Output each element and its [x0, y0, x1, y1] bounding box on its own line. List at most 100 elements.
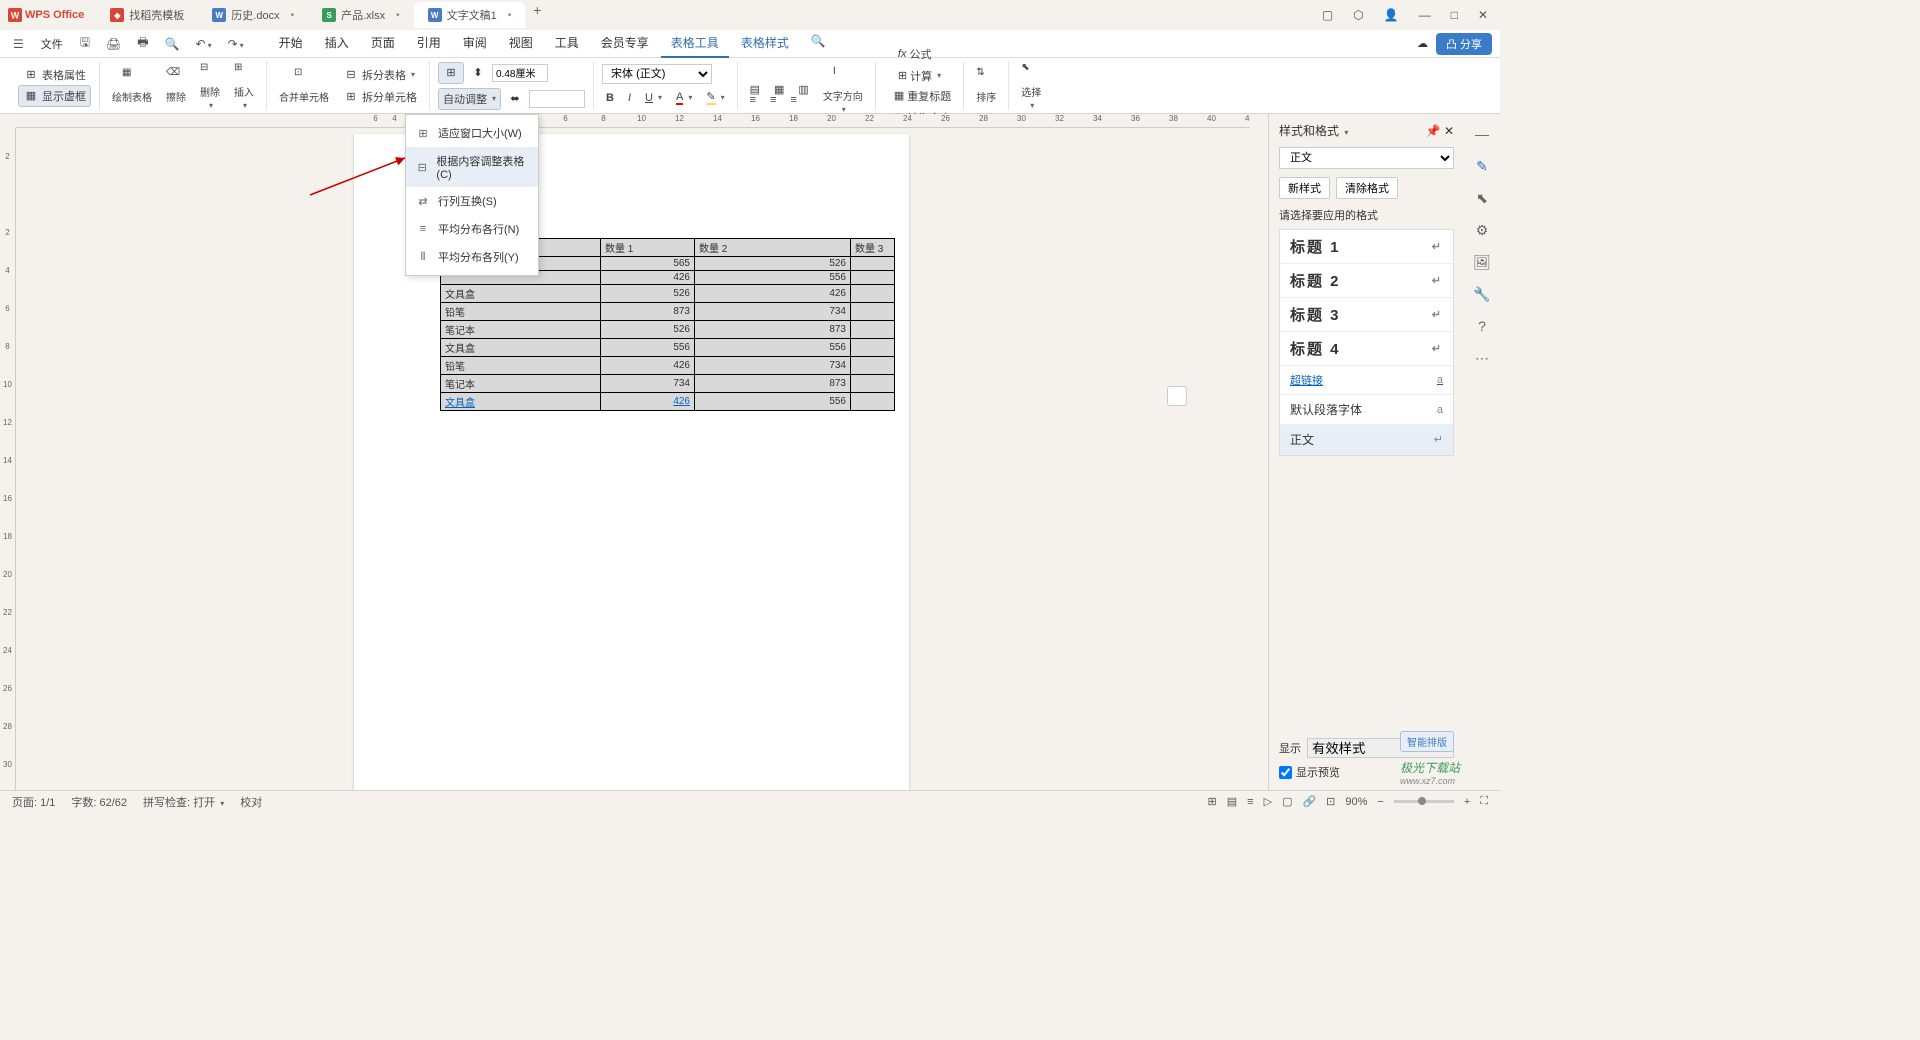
select-button[interactable]: ⬉选择▾	[1017, 60, 1045, 112]
highlight-button[interactable]: ✎▾	[702, 88, 728, 107]
layout-icon[interactable]: ▢	[1318, 6, 1337, 24]
view-mode-3[interactable]: ≡	[1247, 796, 1253, 808]
share-button[interactable]: 凸 分享	[1436, 33, 1492, 55]
select-icon[interactable]: ⬉	[1472, 188, 1492, 208]
style-body[interactable]: 正文↵	[1280, 425, 1453, 455]
merge-cells-button[interactable]: ⊡合并单元格	[275, 65, 333, 106]
fit-content-item[interactable]: ⊟根据内容调整表格(C)	[406, 147, 538, 187]
view-mode-6[interactable]: 🔗	[1302, 795, 1316, 808]
table-row[interactable]: 铅笔426734	[441, 357, 895, 375]
table-row[interactable]: 文具盒426556	[441, 393, 895, 411]
edit-icon[interactable]: ✎	[1472, 156, 1492, 176]
tab-view[interactable]: 视图	[499, 29, 543, 58]
style-h3[interactable]: 标题 3↵	[1280, 298, 1453, 332]
show-grid-button[interactable]: ▦显示虚框	[18, 85, 91, 107]
underline-button[interactable]: U▾	[641, 90, 666, 106]
bold-button[interactable]: B	[602, 90, 618, 106]
tab-member[interactable]: 会员专享	[591, 29, 659, 58]
add-tab-button[interactable]: +	[525, 2, 549, 28]
page-status[interactable]: 页面: 1/1	[12, 794, 55, 810]
table-row[interactable]: 铅笔873734	[441, 303, 895, 321]
tab-table-tools[interactable]: 表格工具	[661, 29, 729, 58]
auto-adjust-button[interactable]: ⊞	[438, 62, 464, 84]
avg-rows-item[interactable]: ≡平均分布各行(N)	[406, 215, 538, 243]
view-mode-1[interactable]: ⊞	[1208, 795, 1217, 808]
view-mode-2[interactable]: ▤	[1227, 795, 1237, 808]
export-icon[interactable]: 🖨	[101, 34, 126, 54]
sort-button[interactable]: ⇅排序	[972, 65, 1000, 106]
zoom-out[interactable]: −	[1377, 796, 1383, 808]
tab-product[interactable]: S产品.xlsx•	[308, 2, 414, 28]
more-icon[interactable]: ⋯	[1472, 348, 1492, 368]
fit-window-item[interactable]: ⊞适应窗口大小(W)	[406, 119, 538, 147]
file-menu[interactable]: 文件	[35, 33, 69, 55]
insert-button[interactable]: ⊞插入▾	[230, 60, 258, 112]
table-row[interactable]: 文具盒556556	[441, 339, 895, 357]
close-icon[interactable]: •	[396, 10, 400, 21]
tab-review[interactable]: 审阅	[453, 29, 497, 58]
horizontal-ruler[interactable]: 6422468101214161820222426283032343638404…	[16, 114, 1250, 128]
cube-icon[interactable]: ⬡	[1349, 6, 1367, 24]
vertical-ruler[interactable]: 2246810121416182022242628303234	[0, 128, 16, 790]
table-row[interactable]: 文具盒526426	[441, 285, 895, 303]
tab-doc1[interactable]: W文字文稿1•	[414, 2, 526, 28]
search-icon[interactable]: 🔍	[801, 29, 836, 58]
tab-page[interactable]: 页面	[361, 29, 405, 58]
erase-button[interactable]: ⌫擦除	[162, 65, 190, 106]
style-h1[interactable]: 标题 1↵	[1280, 230, 1453, 264]
calc-button[interactable]: ⊞ 计算▾	[894, 66, 945, 86]
split-table-button[interactable]: ⊟拆分表格▾	[339, 65, 421, 85]
table-row[interactable]: 笔记本734873	[441, 375, 895, 393]
current-style-select[interactable]: 正文	[1279, 147, 1454, 169]
print-icon[interactable]: 🖶	[132, 30, 153, 57]
close-panel-icon[interactable]: ✕	[1444, 124, 1454, 138]
help-icon[interactable]: ?	[1472, 316, 1492, 336]
font-color-button[interactable]: A▾	[672, 89, 696, 107]
style-hyperlink[interactable]: 超链接a	[1280, 366, 1453, 395]
align-ml-button[interactable]: ≡	[746, 92, 760, 108]
cloud-icon[interactable]: ☁	[1417, 37, 1428, 50]
view-mode-5[interactable]: ▢	[1282, 795, 1292, 808]
italic-button[interactable]: I	[624, 90, 635, 106]
auto-adjust-dropdown[interactable]: 自动调整▾	[438, 88, 501, 110]
smart-layout-button[interactable]: 智能排版	[1400, 731, 1454, 752]
height-input[interactable]	[492, 64, 548, 82]
pin-icon[interactable]: 📌	[1426, 124, 1441, 138]
draw-table-button[interactable]: ▦绘制表格	[108, 65, 156, 106]
split-cell-button[interactable]: ⊞拆分单元格	[339, 87, 421, 107]
avg-cols-item[interactable]: ⦀平均分布各列(Y)	[406, 243, 538, 271]
avatar-icon[interactable]: 👤	[1380, 6, 1403, 24]
style-h2[interactable]: 标题 2↵	[1280, 264, 1453, 298]
zoom-level[interactable]: 90%	[1345, 796, 1367, 808]
word-count[interactable]: 字数: 62/62	[71, 794, 127, 810]
view-mode-4[interactable]: ▷	[1264, 795, 1272, 808]
formula-button[interactable]: fx 公式	[894, 44, 945, 64]
close-icon[interactable]: •	[291, 10, 295, 21]
align-mr-button[interactable]: ≡	[786, 92, 800, 108]
expand-icon[interactable]: ⛶	[1480, 795, 1488, 808]
swap-rc-item[interactable]: ⇄行列互换(S)	[406, 187, 538, 215]
collapse-icon[interactable]: —	[1472, 124, 1492, 144]
preview-icon[interactable]: 🔍	[160, 34, 185, 54]
table-row[interactable]: 笔记本526873	[441, 321, 895, 339]
tab-reference[interactable]: 引用	[407, 29, 451, 58]
tab-history[interactable]: W历史.docx•	[198, 2, 308, 28]
align-mc-button[interactable]: ≡	[766, 92, 780, 108]
zoom-in[interactable]: +	[1464, 796, 1470, 808]
text-direction-button[interactable]: Ⅰ文字方向▾	[819, 64, 867, 116]
font-select[interactable]: 宋体 (正文)	[602, 64, 712, 84]
close-button[interactable]: ✕	[1474, 6, 1492, 24]
new-style-button[interactable]: 新样式	[1279, 177, 1330, 199]
tab-tools[interactable]: 工具	[545, 29, 589, 58]
tab-insert[interactable]: 插入	[315, 29, 359, 58]
tab-template[interactable]: ◆找稻壳模板	[96, 2, 198, 28]
spell-status[interactable]: 拼写检查: 打开 ▾	[143, 794, 224, 810]
close-icon[interactable]: •	[508, 10, 512, 21]
clear-format-button[interactable]: 清除格式	[1336, 177, 1398, 199]
redo-icon[interactable]: ↷▾	[223, 34, 249, 54]
style-default-font[interactable]: 默认段落字体a	[1280, 395, 1453, 425]
settings-icon[interactable]: ⚙	[1472, 220, 1492, 240]
zoom-slider[interactable]	[1394, 800, 1454, 803]
delete-button[interactable]: ⊟删除▾	[196, 60, 224, 112]
maximize-button[interactable]: □	[1447, 6, 1462, 24]
